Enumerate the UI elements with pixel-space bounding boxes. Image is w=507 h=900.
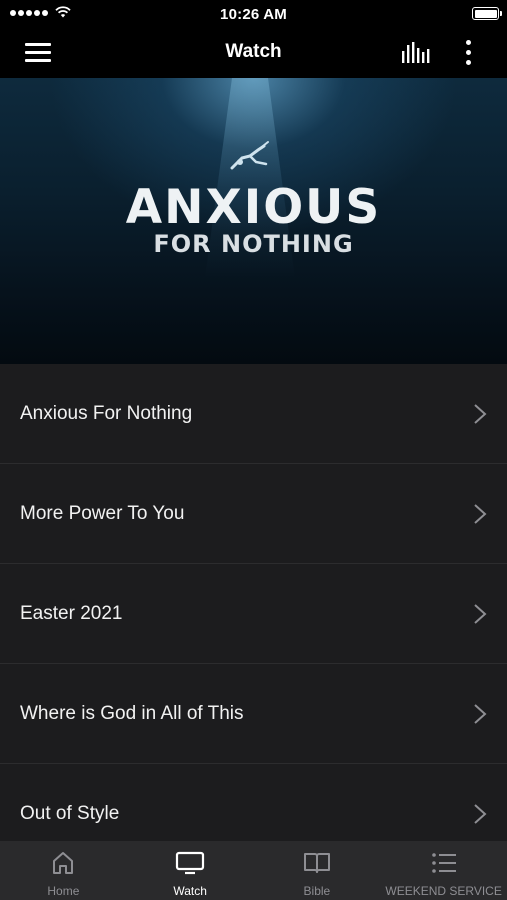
tab-bible[interactable]: Bible [254,841,381,900]
tab-home[interactable]: Home [0,841,127,900]
list-item-label: Out of Style [20,803,120,824]
home-icon [53,852,74,874]
chevron-right-icon [474,804,487,824]
equalizer-icon[interactable] [396,38,434,68]
tab-label: Watch [173,884,207,898]
chevron-right-icon [474,404,487,424]
tab-label: WEEKEND SERVICE [385,884,502,898]
list-item-label: Anxious For Nothing [20,403,193,424]
status-bar: 10:26 AM [0,0,507,28]
hero-banner[interactable]: ANXIOUS FOR NOTHING [0,78,507,364]
tab-label: Home [47,884,80,898]
tab-bar: Home Watch Bible WEEKEND SERVICE [0,841,507,900]
chevron-right-icon [474,604,487,624]
status-time: 10:26 AM [220,6,287,23]
list-icon [431,853,456,873]
list-item[interactable]: Anxious For Nothing [0,364,507,464]
chevron-right-icon [474,704,487,724]
diver-illustration [230,141,269,170]
list-item-label: Where is God in All of This [20,703,244,724]
tab-weekend-service[interactable]: WEEKEND SERVICE [380,841,507,900]
battery-icon [472,7,502,20]
list-item[interactable]: More Power To You [0,464,507,564]
nav-bar: Watch [0,28,507,78]
list-item[interactable]: Out of Style [0,764,507,841]
tv-icon [176,851,205,875]
more-vertical-icon[interactable] [456,38,480,68]
book-icon [303,853,330,873]
list-item[interactable]: Easter 2021 [0,564,507,664]
hero-subtitle: FOR NOTHING [153,230,354,258]
list-item-label: More Power To You [20,503,185,524]
hero-title: ANXIOUS [125,180,382,235]
tab-label: Bible [303,884,331,898]
chevron-right-icon [474,504,487,524]
tab-watch[interactable]: Watch [127,841,254,900]
list-item[interactable]: Where is God in All of This [0,664,507,764]
series-list: Anxious For Nothing More Power To You Ea… [0,364,507,841]
list-item-label: Easter 2021 [20,603,123,624]
